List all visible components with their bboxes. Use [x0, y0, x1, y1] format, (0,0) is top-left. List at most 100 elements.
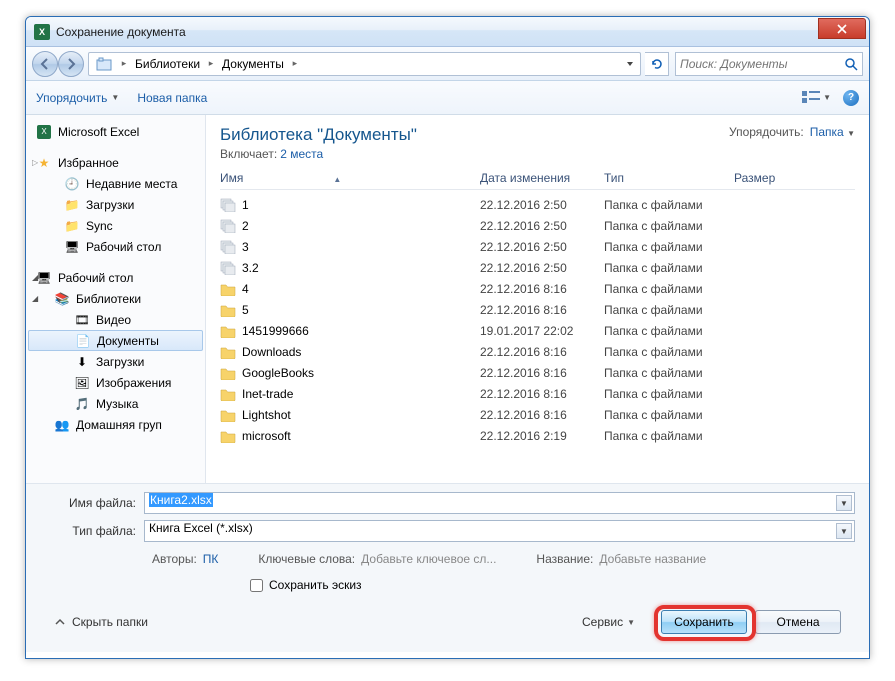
sidebar-item-downloads[interactable]: 📁Загрузки [26, 194, 205, 215]
recent-icon: 🕘 [64, 176, 80, 192]
refresh-button[interactable] [645, 52, 669, 76]
col-date[interactable]: Дата изменения [480, 171, 604, 185]
breadcrumb-bar[interactable]: ▸ Библиотеки ▸ Документы ▸ [88, 52, 641, 76]
file-type: Папка с файлами [604, 240, 734, 254]
file-row[interactable]: microsoft22.12.2016 2:19Папка с файлами [220, 425, 855, 446]
breadcrumb-chevron-icon[interactable]: ▸ [288, 58, 302, 69]
save-button[interactable]: Сохранить [661, 610, 747, 634]
file-name-cell: Inet-trade [220, 387, 480, 401]
close-button[interactable] [818, 18, 866, 39]
file-list[interactable]: 122.12.2016 2:50Папка с файлами222.12.20… [220, 194, 855, 483]
organize-label: Упорядочить [36, 91, 107, 105]
document-icon: 📄 [75, 333, 91, 349]
sidebar-item-images[interactable]: 🖼Изображения [26, 372, 205, 393]
search-box[interactable] [675, 52, 863, 76]
view-mode-button[interactable]: ▼ [802, 91, 831, 105]
star-icon: ★ [36, 155, 52, 171]
organize-button[interactable]: Упорядочить ▼ [36, 91, 119, 105]
images-icon: 🖼 [74, 375, 90, 391]
file-date: 22.12.2016 2:19 [480, 429, 604, 443]
file-row[interactable]: 322.12.2016 2:50Папка с файлами [220, 236, 855, 257]
file-name-cell: 3 [220, 240, 480, 254]
arrange-by: Упорядочить: Папка ▼ [729, 125, 855, 139]
file-name: GoogleBooks [242, 366, 314, 380]
file-name: Lightshot [242, 408, 291, 422]
sidebar-label: Документы [97, 334, 159, 348]
cancel-button[interactable]: Отмена [755, 610, 841, 634]
sidebar-item-documents[interactable]: 📄 Документы [28, 330, 203, 351]
breadcrumb-chevron-icon[interactable]: ▸ [204, 58, 218, 69]
sidebar-label: Домашняя груп [76, 418, 162, 432]
filename-input-wrap[interactable]: Книга2.xlsx ▼ [144, 492, 855, 514]
file-type: Папка с файлами [604, 429, 734, 443]
filename-dropdown-button[interactable]: ▼ [836, 495, 852, 511]
doc-title-value[interactable]: Добавьте название [599, 552, 706, 566]
forward-button[interactable] [58, 51, 84, 77]
file-row[interactable]: 522.12.2016 8:16Папка с файлами [220, 299, 855, 320]
video-icon: 🎞 [74, 312, 90, 328]
new-folder-button[interactable]: Новая папка [137, 91, 207, 105]
chevron-up-icon [54, 616, 66, 628]
hide-folders-button[interactable]: Скрыть папки [54, 615, 148, 629]
file-row[interactable]: Inet-trade22.12.2016 8:16Папка с файлами [220, 383, 855, 404]
filetype-dropdown-button[interactable]: ▼ [836, 523, 852, 539]
excel-app-icon: X [34, 24, 50, 40]
file-row[interactable]: GoogleBooks22.12.2016 8:16Папка с файлам… [220, 362, 855, 383]
sidebar-item-excel[interactable]: X Microsoft Excel [26, 121, 205, 142]
sidebar-item-libraries[interactable]: 📚Библиотеки [26, 288, 205, 309]
sidebar-item-video[interactable]: 🎞Видео [26, 309, 205, 330]
keywords-label: Ключевые слова: [258, 552, 355, 566]
sidebar-item-desktop-root[interactable]: 🖥Рабочий стол [26, 267, 205, 288]
folder-icon: 📁 [64, 197, 80, 213]
hide-folders-label: Скрыть папки [72, 615, 148, 629]
sidebar-item-music[interactable]: 🎵Музыка [26, 393, 205, 414]
breadcrumb-documents[interactable]: Документы [218, 53, 288, 75]
back-button[interactable] [32, 51, 58, 77]
col-type[interactable]: Тип [604, 171, 734, 185]
filetype-select[interactable]: Книга Excel (*.xlsx) ▼ [144, 520, 855, 542]
breadcrumb-dropdown[interactable] [302, 60, 638, 68]
sidebar-item-desktop[interactable]: 🖥Рабочий стол [26, 236, 205, 257]
nav-buttons [32, 51, 84, 77]
sidebar-item-recent[interactable]: 🕘Недавние места [26, 173, 205, 194]
includes-link[interactable]: 2 места [280, 147, 323, 161]
help-button[interactable]: ? [843, 90, 859, 106]
arrange-dropdown[interactable]: Папка ▼ [810, 125, 855, 139]
sidebar-label: Музыка [96, 397, 138, 411]
authors-value[interactable]: ПК [203, 552, 219, 566]
file-row[interactable]: 422.12.2016 8:16Папка с файлами [220, 278, 855, 299]
sidebar-item-downloads2[interactable]: ⬇Загрузки [26, 351, 205, 372]
sidebar-item-homegroup[interactable]: 👥Домашняя груп [26, 414, 205, 435]
breadcrumb-chevron-icon[interactable]: ▸ [117, 58, 131, 69]
file-row[interactable]: 222.12.2016 2:50Папка с файлами [220, 215, 855, 236]
refresh-icon [650, 57, 664, 71]
sidebar-item-sync[interactable]: 📁Sync [26, 215, 205, 236]
keywords-value[interactable]: Добавьте ключевое сл... [361, 552, 496, 566]
file-type: Папка с файлами [604, 303, 734, 317]
col-name[interactable]: Имя▲ [220, 171, 480, 185]
tools-button[interactable]: Сервис ▼ [582, 615, 635, 629]
breadcrumb-libraries[interactable]: Библиотеки [131, 53, 204, 75]
filetype-value: Книга Excel (*.xlsx) [149, 521, 253, 535]
file-row[interactable]: 145199966619.01.2017 22:02Папка с файлам… [220, 320, 855, 341]
file-row[interactable]: Lightshot22.12.2016 8:16Папка с файлами [220, 404, 855, 425]
file-name-cell: 1 [220, 198, 480, 212]
file-pane: Библиотека "Документы" Включает: 2 места… [206, 115, 869, 483]
file-row[interactable]: 3.222.12.2016 2:50Папка с файлами [220, 257, 855, 278]
view-icon [802, 91, 820, 105]
file-date: 19.01.2017 22:02 [480, 324, 604, 338]
file-date: 22.12.2016 2:50 [480, 219, 604, 233]
sidebar-item-favorites[interactable]: ★ Избранное [26, 152, 205, 173]
col-size[interactable]: Размер [734, 171, 855, 185]
file-name: 3.2 [242, 261, 259, 275]
save-thumbnail-checkbox[interactable] [250, 579, 263, 592]
sidebar: X Microsoft Excel ★ Избранное 🕘Недавние … [26, 115, 206, 483]
search-input[interactable] [680, 57, 844, 71]
save-thumbnail-label: Сохранить эскиз [269, 578, 362, 592]
filename-input[interactable]: Книга2.xlsx [149, 493, 213, 507]
file-name-cell: Downloads [220, 345, 480, 359]
file-row[interactable]: 122.12.2016 2:50Папка с файлами [220, 194, 855, 215]
library-subtitle: Включает: 2 места [220, 147, 729, 161]
file-row[interactable]: Downloads22.12.2016 8:16Папка с файлами [220, 341, 855, 362]
file-name: 4 [242, 282, 249, 296]
